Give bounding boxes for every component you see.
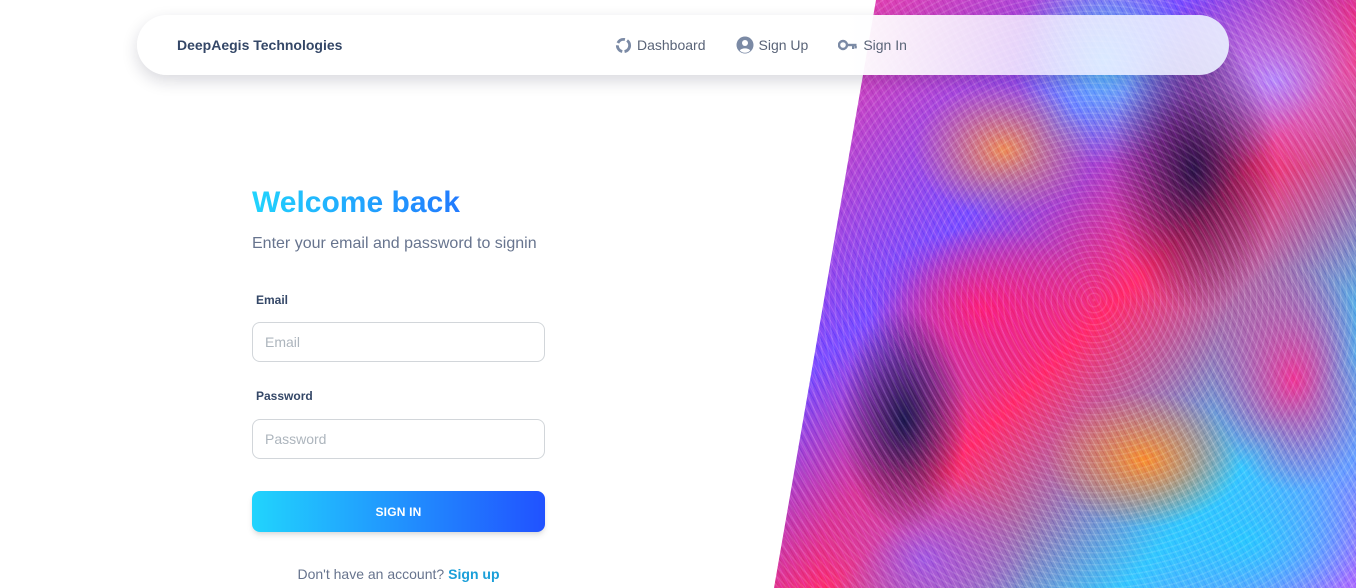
sign-up-link[interactable]: Sign up: [448, 566, 499, 582]
nav-links: Dashboard Sign Up Sign In: [615, 35, 937, 55]
top-navbar: DeepAegis Technologies Dashboard Sign Up: [137, 15, 1229, 75]
abstract-swirl-artwork: [774, 0, 1356, 588]
nav-link-sign-up[interactable]: Sign Up: [736, 35, 809, 55]
sign-up-prompt-text: Don't have an account?: [297, 566, 445, 582]
page-subtitle: Enter your email and password to signin: [252, 235, 537, 252]
nav-link-sign-up-label: Sign Up: [758, 37, 809, 53]
sign-in-page: DeepAegis Technologies Dashboard Sign Up: [0, 0, 1356, 588]
nav-link-sign-in-label: Sign In: [863, 37, 907, 53]
email-input[interactable]: [252, 322, 545, 362]
brand-name[interactable]: DeepAegis Technologies: [177, 37, 342, 53]
key-icon: [838, 39, 858, 51]
sign-in-button[interactable]: SIGN IN: [252, 491, 545, 532]
nav-link-sign-in[interactable]: Sign In: [838, 35, 907, 55]
sign-in-form: Welcome back Enter your email and passwo…: [252, 184, 552, 582]
nav-link-dashboard-label: Dashboard: [637, 37, 706, 53]
user-circle-icon: [736, 36, 753, 54]
email-label: Email: [256, 293, 289, 307]
nav-link-dashboard[interactable]: Dashboard: [615, 35, 706, 55]
page-title: Welcome back: [252, 184, 552, 222]
password-input[interactable]: [252, 419, 545, 459]
sign-up-prompt: Don't have an account? Sign up: [252, 566, 545, 582]
password-label: Password: [256, 389, 313, 403]
donut-chart-icon: [615, 37, 632, 53]
